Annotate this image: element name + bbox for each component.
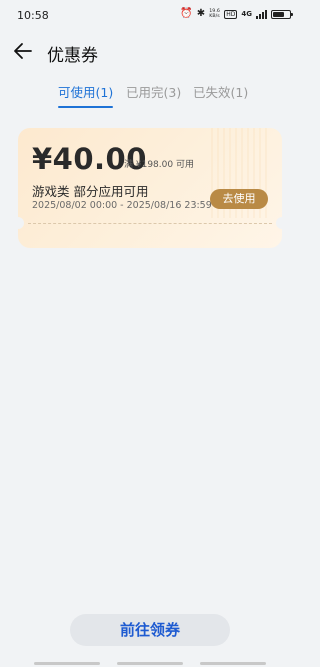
battery-level <box>273 11 285 17</box>
status-bar: 10:58 ⏰ ✱ 19.6 KB/s HD 4G <box>0 0 300 30</box>
use-coupon-button[interactable]: 去使用 <box>210 189 268 209</box>
network-speed: 19.6 KB/s <box>209 9 220 19</box>
coupon-scope: 游戏类 部分应用可用 <box>32 184 149 199</box>
coupon-validity: 2025/08/02 00:00 - 2025/08/16 23:59 <box>32 200 212 211</box>
tab-expired-label: 已失效(1) <box>193 85 249 100</box>
back-arrow-icon[interactable] <box>12 40 34 62</box>
coupon-notch-right <box>276 217 282 229</box>
coupon-divider <box>28 223 272 224</box>
tab-available[interactable]: 可使用(1) <box>58 82 114 108</box>
header: 优惠券 <box>0 36 300 66</box>
hd-badge: HD <box>224 9 238 19</box>
status-time: 10:58 <box>17 9 49 22</box>
battery-icon <box>271 9 293 19</box>
network-speed-unit: KB/s <box>209 13 220 19</box>
tab-available-label: 可使用(1) <box>58 85 114 100</box>
bluetooth-icon: ✱ <box>196 8 206 19</box>
tab-used-up[interactable]: 已用完(3) <box>126 82 181 101</box>
tab-active-indicator <box>58 106 114 108</box>
get-coupons-button[interactable]: 前往领券 <box>70 614 230 646</box>
nav-segment <box>34 662 100 665</box>
tab-used-up-label: 已用完(3) <box>126 85 182 100</box>
coupon-card: ¥40.00 满 ¥198.00 可用 游戏类 部分应用可用 2025/08/0… <box>18 128 282 248</box>
network-type: 4G <box>241 10 252 18</box>
coupon-notch-left <box>18 217 24 229</box>
tab-expired[interactable]: 已失效(1) <box>193 82 248 101</box>
coupon-threshold: 满 ¥198.00 可用 <box>124 160 194 170</box>
status-icons: ⏰ ✱ 19.6 KB/s HD 4G <box>180 8 293 19</box>
page-title: 优惠券 <box>47 46 98 66</box>
nav-segment <box>117 662 183 665</box>
nav-segment <box>200 662 266 665</box>
tab-bar: 可使用(1) 已用完(3) 已失效(1) <box>0 82 300 110</box>
navigation-bar <box>34 662 266 665</box>
alarm-icon: ⏰ <box>180 8 193 19</box>
signal-icon <box>256 9 267 19</box>
